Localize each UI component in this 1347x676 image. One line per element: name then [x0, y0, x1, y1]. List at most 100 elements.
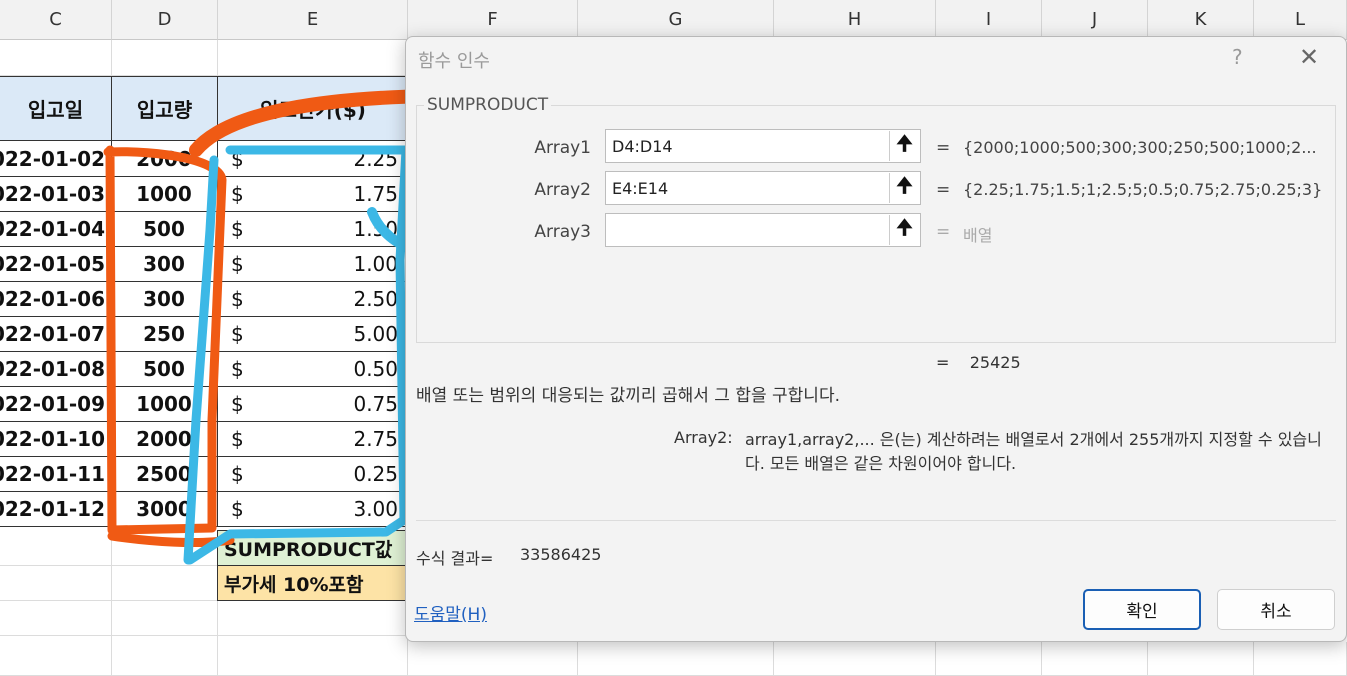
currency-symbol: $ — [231, 461, 244, 486]
cell[interactable] — [112, 636, 218, 676]
quantity-cell[interactable]: 2500 — [111, 456, 218, 492]
upload-arrow-icon[interactable]: 🠉 — [889, 173, 919, 203]
price-value: 1.75 — [353, 181, 398, 206]
cell[interactable] — [1148, 642, 1254, 676]
array2-value: E4:E14 — [612, 178, 669, 198]
currency-symbol: $ — [231, 286, 244, 311]
cell[interactable] — [1254, 642, 1347, 676]
ok-button[interactable]: 확인 — [1083, 589, 1201, 630]
cell[interactable] — [936, 642, 1042, 676]
cell[interactable] — [218, 636, 408, 676]
upload-arrow-icon[interactable]: 🠉 — [889, 131, 919, 161]
cell[interactable] — [112, 530, 218, 566]
price-cell[interactable]: $2.50 — [217, 281, 409, 317]
divider — [416, 520, 1336, 521]
quantity-cell[interactable]: 1000 — [111, 386, 218, 422]
equals-sign: = — [936, 222, 951, 242]
price-cell[interactable]: $5.00 — [217, 316, 409, 352]
sumproduct-label-cell[interactable]: SUMPRODUCT값 — [217, 530, 409, 566]
cell[interactable] — [218, 601, 408, 636]
close-icon[interactable]: ✕ — [1299, 43, 1319, 71]
date-cell[interactable]: 2022-01-11 — [0, 456, 112, 492]
price-cell[interactable]: $2.75 — [217, 421, 409, 457]
date-cell[interactable]: 2022-01-12 — [0, 491, 112, 527]
quantity-cell[interactable]: 2000 — [111, 421, 218, 457]
date-cell[interactable]: 2022-01-08 — [0, 351, 112, 387]
header-date[interactable]: 입고일 — [0, 76, 112, 141]
quantity-cell[interactable]: 500 — [111, 351, 218, 387]
quantity-cell[interactable]: 300 — [111, 281, 218, 317]
currency-symbol: $ — [231, 496, 244, 521]
column-header-i[interactable]: I — [936, 0, 1042, 40]
column-header-k[interactable]: K — [1148, 0, 1254, 40]
price-cell[interactable]: $0.25 — [217, 456, 409, 492]
price-cell[interactable]: $2.25 — [217, 141, 409, 177]
cell[interactable] — [1042, 642, 1148, 676]
currency-symbol: $ — [231, 321, 244, 346]
cell[interactable] — [0, 636, 112, 676]
price-cell[interactable]: $3.00 — [217, 491, 409, 527]
cell[interactable] — [112, 566, 218, 601]
header-quantity[interactable]: 입고량 — [111, 76, 218, 141]
help-link[interactable]: 도움말(H) — [414, 600, 487, 625]
equals-sign: = — [936, 180, 951, 200]
header-unit-price[interactable]: 입고단가($) — [217, 76, 409, 141]
array1-value: D4:D14 — [612, 136, 673, 156]
currency-symbol: $ — [231, 216, 244, 241]
cell[interactable] — [112, 40, 218, 76]
array3-label: Array3 — [534, 222, 591, 242]
upload-arrow-icon[interactable]: 🠉 — [889, 215, 919, 245]
date-cell[interactable]: 2022-01-06 — [0, 281, 112, 317]
column-header-f[interactable]: F — [408, 0, 578, 40]
cell[interactable] — [0, 40, 112, 76]
array2-label: Array2 — [534, 180, 591, 200]
array1-input[interactable]: D4:D14 — [605, 129, 921, 163]
array2-input[interactable]: E4:E14 — [605, 171, 921, 205]
array3-input[interactable] — [605, 213, 921, 247]
quantity-cell[interactable]: 2000 — [111, 141, 218, 177]
date-cell[interactable]: 2022-01-09 — [0, 386, 112, 422]
cell[interactable] — [0, 530, 112, 566]
argument-description: array1,array2,... 은(는) 계산하려는 배열로서 2개에서 2… — [745, 430, 1322, 473]
price-cell[interactable]: $1.00 — [217, 246, 409, 282]
cell[interactable] — [408, 642, 578, 676]
help-icon[interactable]: ? — [1232, 45, 1243, 69]
price-cell[interactable]: $0.50 — [217, 351, 409, 387]
quantity-cell[interactable]: 250 — [111, 316, 218, 352]
array1-result: {2000;1000;500;300;300;250;500;1000;2... — [963, 138, 1317, 157]
price-value: 0.50 — [353, 356, 398, 381]
cancel-button[interactable]: 취소 — [1217, 589, 1335, 630]
price-cell[interactable]: $0.75 — [217, 386, 409, 422]
dialog-title: 함수 인수 — [418, 51, 490, 72]
formula-result-label: 수식 결과= — [416, 549, 494, 568]
column-header-d[interactable]: D — [112, 0, 218, 40]
column-header-e[interactable]: E — [218, 0, 408, 40]
price-cell[interactable]: $1.75 — [217, 176, 409, 212]
array2-result: {2.25;1.75;1.5;1;2.5;5;0.5;0.75;2.75;0.2… — [963, 180, 1323, 199]
column-header-g[interactable]: G — [578, 0, 774, 40]
price-value: 0.75 — [353, 391, 398, 416]
cell[interactable] — [218, 40, 408, 76]
cell[interactable] — [0, 601, 112, 636]
equals-sign: = — [936, 138, 951, 158]
date-cell[interactable]: 2022-01-05 — [0, 246, 112, 282]
quantity-cell[interactable]: 500 — [111, 211, 218, 247]
column-header-c[interactable]: C — [0, 0, 112, 40]
date-cell[interactable]: 2022-01-03 — [0, 176, 112, 212]
cell[interactable] — [578, 642, 774, 676]
quantity-cell[interactable]: 1000 — [111, 176, 218, 212]
vat-label-cell[interactable]: 부가세 10%포함 — [217, 565, 409, 601]
cell[interactable] — [0, 566, 112, 601]
column-header-l[interactable]: L — [1254, 0, 1347, 40]
cell[interactable] — [774, 642, 936, 676]
quantity-cell[interactable]: 3000 — [111, 491, 218, 527]
date-cell[interactable]: 2022-01-02 — [0, 141, 112, 177]
date-cell[interactable]: 2022-01-04 — [0, 211, 112, 247]
cell[interactable] — [112, 601, 218, 636]
date-cell[interactable]: 2022-01-07 — [0, 316, 112, 352]
price-cell[interactable]: $1.50 — [217, 211, 409, 247]
quantity-cell[interactable]: 300 — [111, 246, 218, 282]
column-header-h[interactable]: H — [774, 0, 936, 40]
date-cell[interactable]: 2022-01-10 — [0, 421, 112, 457]
column-header-j[interactable]: J — [1042, 0, 1148, 40]
